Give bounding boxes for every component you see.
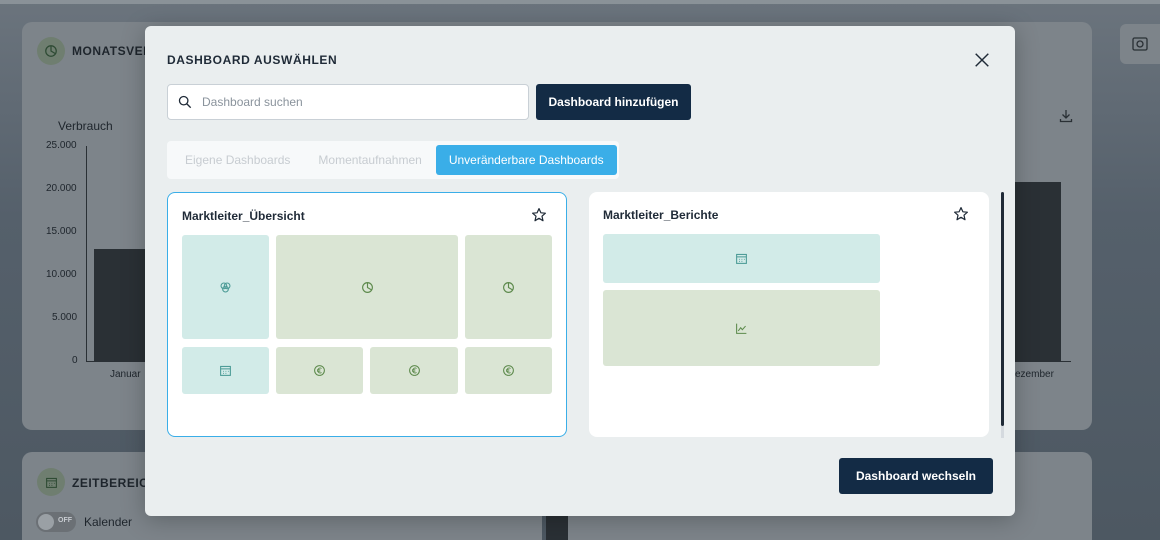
toggle-label: Kalender [84,515,133,529]
screenshot-button[interactable] [1120,24,1160,64]
dashboard-list: Marktleiter_Übersicht Marktleiter_Berich… [167,192,997,438]
x-tick: Januar [110,369,141,380]
widget-preview [276,347,363,394]
widget-preview [370,347,458,394]
star-icon[interactable] [953,206,969,222]
tab-immutable-dashboards[interactable]: Unveränderbare Dashboards [435,145,617,175]
tab-snapshots[interactable]: Momentaufnahmen [304,145,435,175]
widget-preview [465,347,552,394]
calendar-icon [37,468,65,496]
y-tick: 15.000 [46,226,77,237]
x-axis-line [86,361,146,362]
euro-icon [314,365,325,376]
widget-preview [182,347,269,394]
toggle-state: OFF [58,517,72,524]
calendar-toggle[interactable]: OFF [36,512,76,532]
search-icon [178,95,192,109]
switch-dashboard-button[interactable]: Dashboard wechseln [839,458,993,494]
screenshot-icon [1132,37,1148,51]
scrollbar-track[interactable] [1001,426,1004,438]
dashboard-card[interactable]: Marktleiter_Berichte [589,192,989,437]
y-tick: 20.000 [46,183,77,194]
chart-bar [1015,182,1061,361]
widget-preview [603,290,880,366]
close-icon [975,53,989,67]
background-y-axis-label: Verbrauch [58,119,113,133]
x-tick: ezember [1015,369,1054,380]
search-input[interactable] [202,95,502,109]
search-field[interactable] [167,84,529,120]
y-tick: 10.000 [46,269,77,280]
widget-preview [182,235,269,339]
x-axis-line [1015,361,1071,362]
euro-icon [408,365,420,376]
dashboard-card-title: Marktleiter_Berichte [603,208,719,222]
y-tick: 5.000 [52,312,78,323]
chart-bar [94,249,146,361]
widget-preview [603,234,880,283]
y-tick: 0 [72,355,78,366]
star-icon[interactable] [531,207,547,223]
pie-chart-icon [503,281,514,293]
pie-chart-icon [361,281,373,293]
widget-preview [276,235,458,339]
y-tick: 25.000 [46,140,77,151]
euro-icon [503,365,514,376]
dashboard-tabs: Eigene Dashboards Momentaufnahmen Unverä… [167,141,619,179]
download-icon[interactable] [1058,108,1074,129]
dashboard-select-modal: DASHBOARD AUSWÄHLEN Dashboard hinzufügen… [145,26,1015,516]
tab-own-dashboards[interactable]: Eigene Dashboards [171,145,304,175]
widget-preview [465,235,552,339]
y-axis-line [86,146,87,361]
chart-card-icon [37,37,65,65]
scrollbar[interactable] [1001,192,1004,426]
dashboard-card[interactable]: Marktleiter_Übersicht [167,192,567,437]
background-bar [546,516,568,540]
calendar-icon [220,365,231,376]
calendar-icon [736,253,747,264]
background-topbar [0,0,1160,4]
close-button[interactable] [970,48,994,72]
modal-title: DASHBOARD AUSWÄHLEN [167,53,338,67]
dashboard-card-title: Marktleiter_Übersicht [182,209,305,223]
add-dashboard-button[interactable]: Dashboard hinzufügen [536,84,691,120]
venn-icon [220,282,231,292]
line-chart-icon [736,323,747,334]
